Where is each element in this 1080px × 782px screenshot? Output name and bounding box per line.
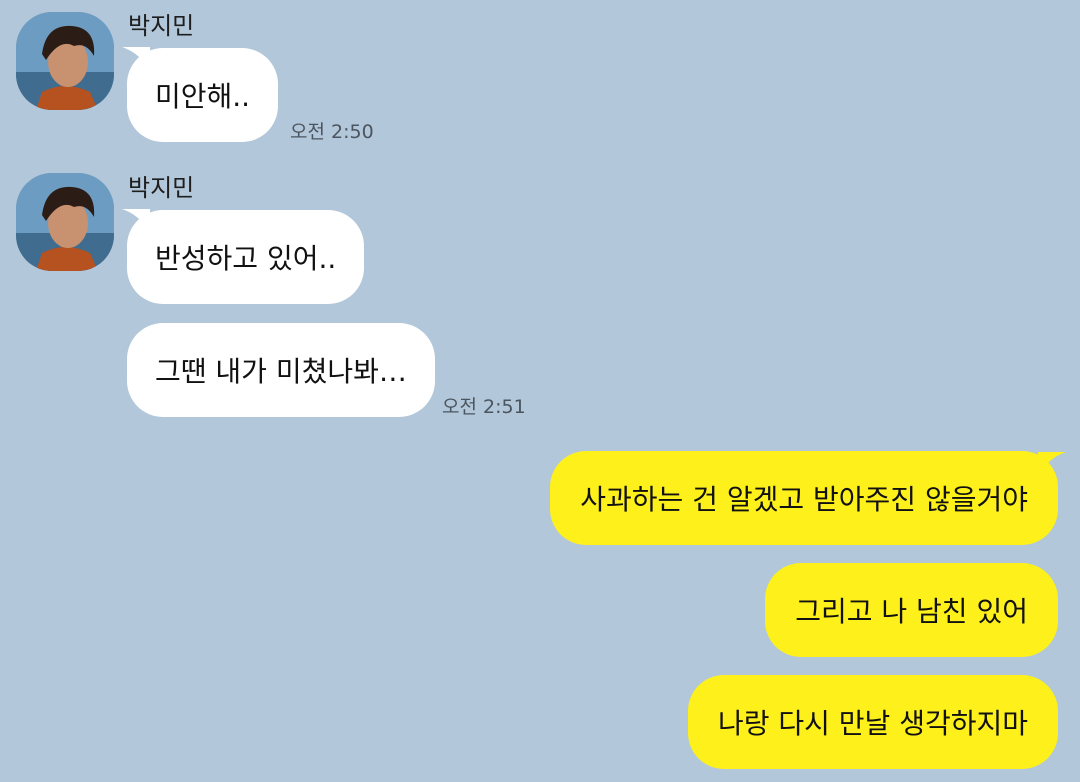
message-timestamp: 오전 2:50 (290, 121, 374, 143)
chat-window: 박지민 미안해.. 오전 2:50 박지민 반성하고 있어.. 그땐 내가 미쳤… (0, 0, 1080, 782)
sender-avatar[interactable] (16, 173, 114, 271)
incoming-message[interactable]: 미안해.. (127, 48, 279, 142)
incoming-message[interactable]: 그땐 내가 미쳤나봐… (127, 323, 435, 417)
outgoing-message[interactable]: 그리고 나 남친 있어 (765, 563, 1058, 657)
outgoing-message[interactable]: 사과하는 건 알겠고 받아주진 않을거야 (550, 451, 1058, 545)
incoming-message[interactable]: 반성하고 있어.. (127, 210, 365, 304)
sender-name: 박지민 (128, 174, 195, 202)
outgoing-message[interactable]: 나랑 다시 만날 생각하지마 (687, 675, 1058, 769)
message-timestamp: 오전 2:51 (442, 396, 526, 418)
sender-name: 박지민 (128, 12, 195, 40)
sender-avatar[interactable] (16, 12, 114, 110)
